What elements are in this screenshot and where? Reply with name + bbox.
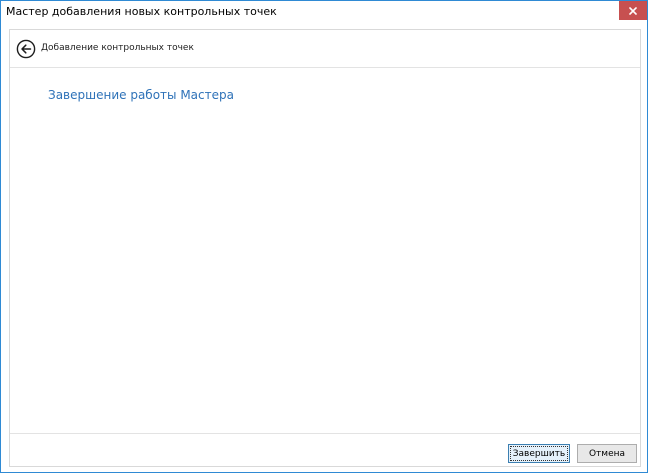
wizard-footer: Завершить Отмена bbox=[10, 433, 640, 466]
title-bar[interactable]: Мастер добавления новых контрольных точе… bbox=[1, 1, 647, 23]
close-button[interactable] bbox=[619, 1, 647, 20]
close-icon bbox=[629, 6, 637, 15]
wizard-content bbox=[10, 69, 640, 433]
finish-button[interactable]: Завершить bbox=[508, 444, 570, 463]
cancel-button[interactable]: Отмена bbox=[577, 444, 637, 463]
wizard-client-area: Добавление контрольных точек Завершение … bbox=[9, 29, 641, 467]
window-title: Мастер добавления новых контрольных точе… bbox=[6, 5, 277, 18]
wizard-header: Добавление контрольных точек bbox=[10, 30, 640, 68]
back-arrow-icon bbox=[16, 39, 36, 59]
wizard-step-title: Добавление контрольных точек bbox=[41, 43, 194, 53]
wizard-window: Мастер добавления новых контрольных точе… bbox=[0, 0, 648, 473]
back-button[interactable] bbox=[16, 39, 36, 59]
page-heading: Завершение работы Мастера bbox=[48, 88, 234, 102]
